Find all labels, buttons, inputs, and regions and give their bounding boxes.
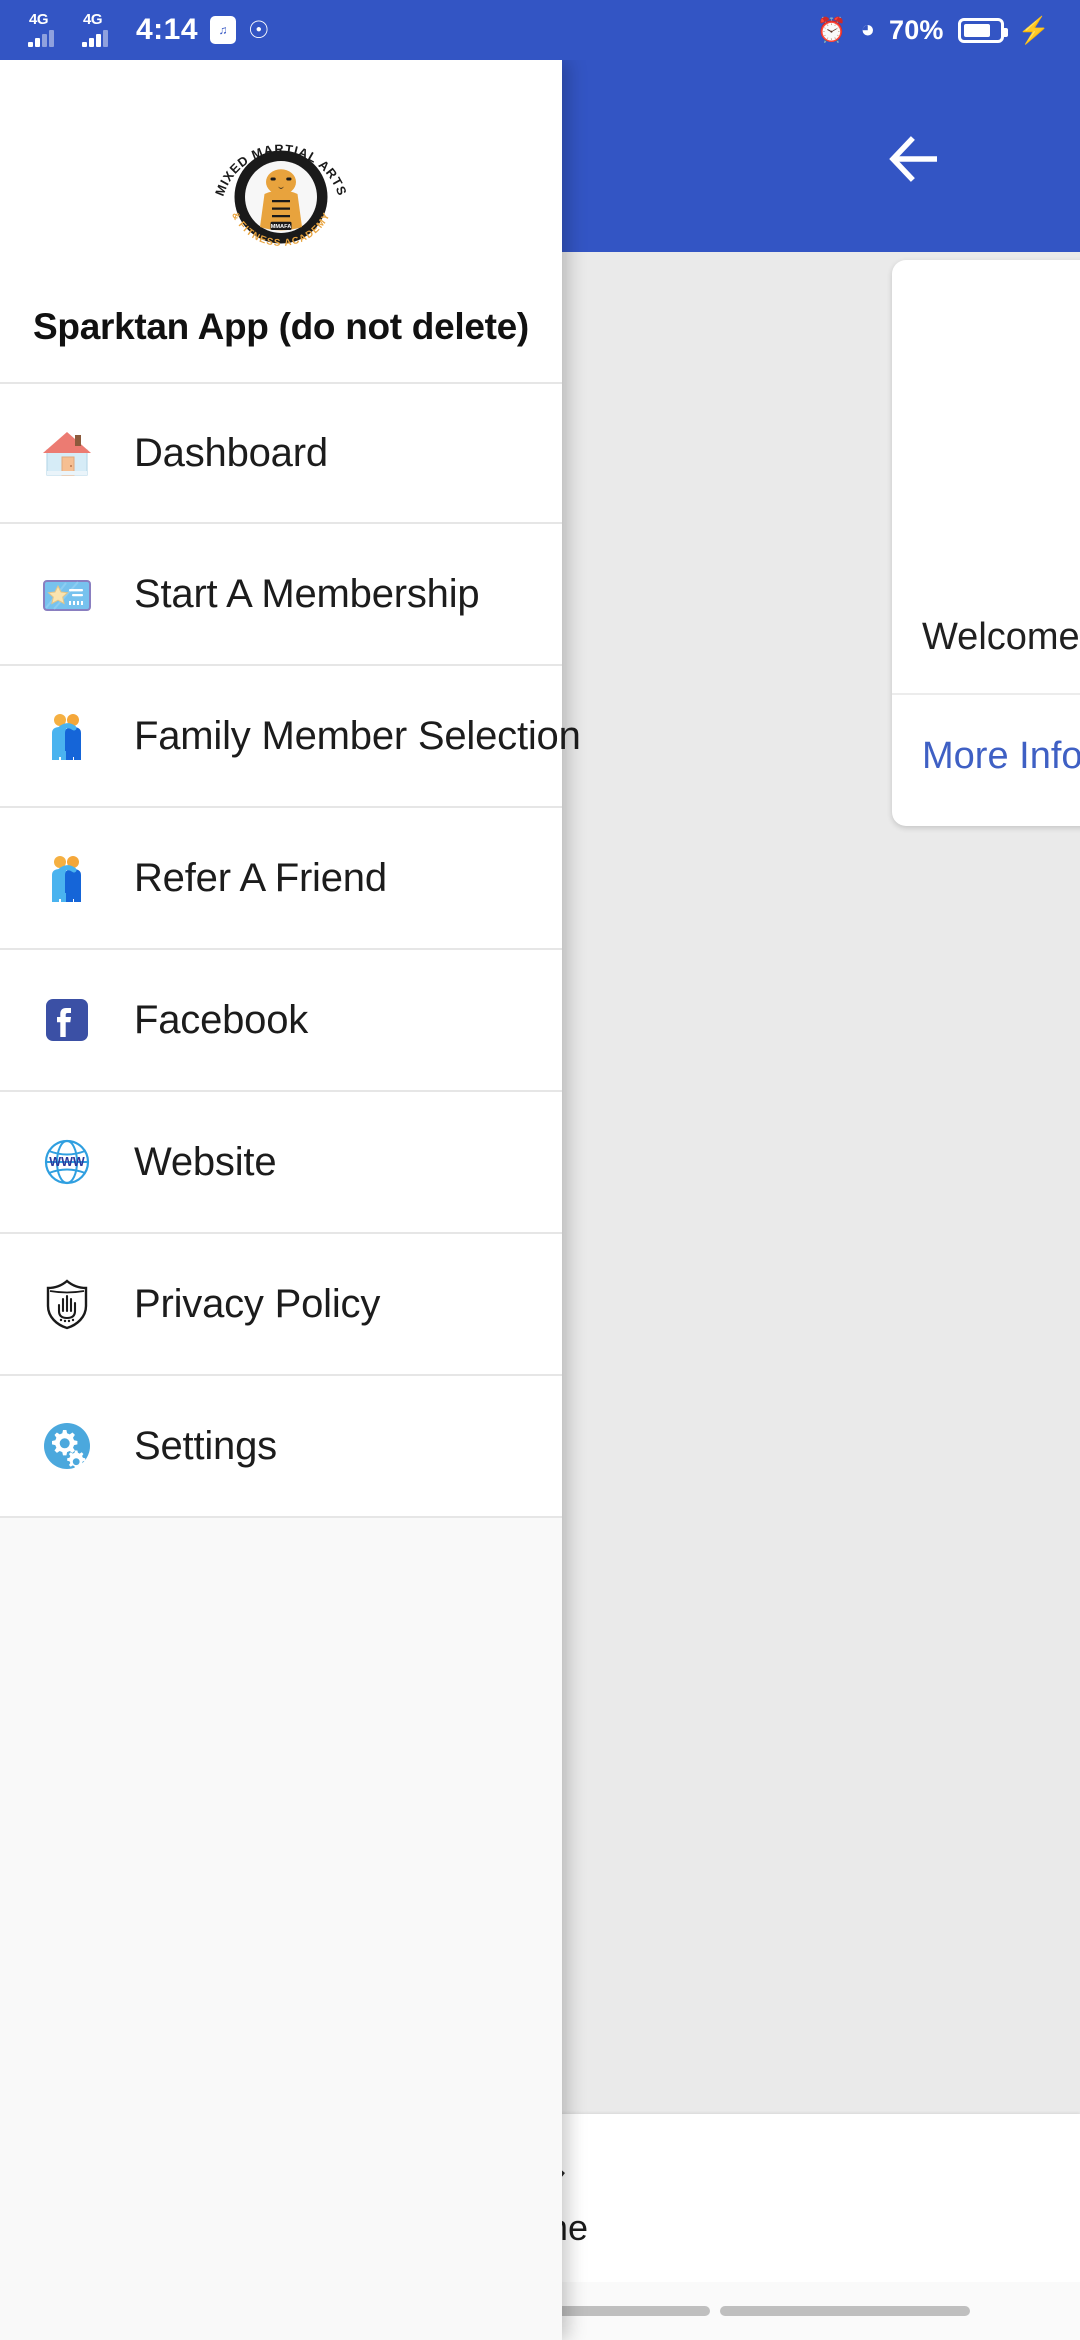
gears-icon	[36, 1415, 98, 1477]
two-people-icon	[36, 705, 98, 767]
battery-icon	[957, 17, 1008, 43]
alarm-icon: ⏰	[816, 16, 847, 44]
drawer-header: MMAFA MIXED MARTIAL ARTS & FITNESS ACADE…	[0, 60, 562, 382]
menu-item-label: Dashboard	[134, 430, 328, 475]
battery-percent-label: 70%	[888, 14, 944, 45]
wifi-icon: ◕	[860, 16, 875, 43]
two-people-icon	[36, 847, 98, 909]
menu-item-label: Facebook	[134, 997, 309, 1042]
drawer-title: Sparktan App (do not delete)	[33, 306, 529, 347]
vibrate-mode-icon: ♫	[210, 16, 237, 44]
status-bar-right: ⏰ ◕ 70% ⚡	[817, 15, 1080, 46]
signal-sim2-icon: 4G	[82, 11, 124, 47]
menu-item-label: Refer A Friend	[134, 855, 387, 900]
usb-icon: ☉	[248, 16, 270, 44]
menu-item-settings[interactable]: Settings	[0, 1376, 562, 1518]
menu-item-label: Website	[134, 1139, 277, 1184]
navigation-drawer: MMAFA MIXED MARTIAL ARTS & FITNESS ACADE…	[0, 60, 581, 2340]
signal-sim1-icon: 4G	[28, 11, 70, 47]
signal-sim1-label: 4G	[29, 11, 49, 28]
menu-item-label: Start A Membership	[134, 571, 480, 616]
status-bar-left: 4G 4G 4:14 ♫ ☉	[0, 11, 270, 47]
menu-item-label: Family Member Selection	[134, 713, 581, 758]
menu-item-privacy-policy[interactable]: Privacy Policy	[0, 1234, 562, 1376]
house-icon	[36, 422, 98, 484]
svg-text:WWW: WWW	[49, 1155, 85, 1169]
status-bar: 4G 4G 4:14 ♫ ☉ ⏰ ◕ 70% ⚡	[0, 0, 1080, 60]
menu-item-dashboard[interactable]: Dashboard	[0, 382, 562, 524]
www-globe-icon: WWW	[36, 1131, 98, 1193]
menu-item-website[interactable]: WWW Website	[0, 1092, 562, 1234]
signal-sim2-label: 4G	[83, 11, 103, 28]
menu-item-label: Privacy Policy	[134, 1281, 381, 1326]
ticket-icon	[36, 563, 98, 625]
menu-item-facebook[interactable]: Facebook	[0, 950, 562, 1092]
facebook-icon	[36, 989, 98, 1051]
menu-item-label: Settings	[134, 1423, 277, 1468]
shield-hand-icon	[36, 1273, 98, 1335]
menu-item-start-a-membership[interactable]: Start A Membership	[0, 524, 562, 666]
mma-logo-icon: MMAFA MIXED MARTIAL ARTS & FITNESS ACADE…	[212, 141, 349, 249]
svg-text:MMAFA: MMAFA	[271, 224, 292, 230]
charging-bolt-icon: ⚡	[1017, 14, 1050, 45]
drawer-menu: Dashboard Start A Membership Family Memb…	[0, 382, 581, 1518]
menu-item-family-member-selection[interactable]: Family Member Selection	[0, 666, 581, 808]
menu-item-refer-a-friend[interactable]: Refer A Friend	[0, 808, 562, 950]
drawer-empty-space	[0, 1518, 562, 2340]
status-bar-clock: 4:14	[136, 13, 199, 46]
